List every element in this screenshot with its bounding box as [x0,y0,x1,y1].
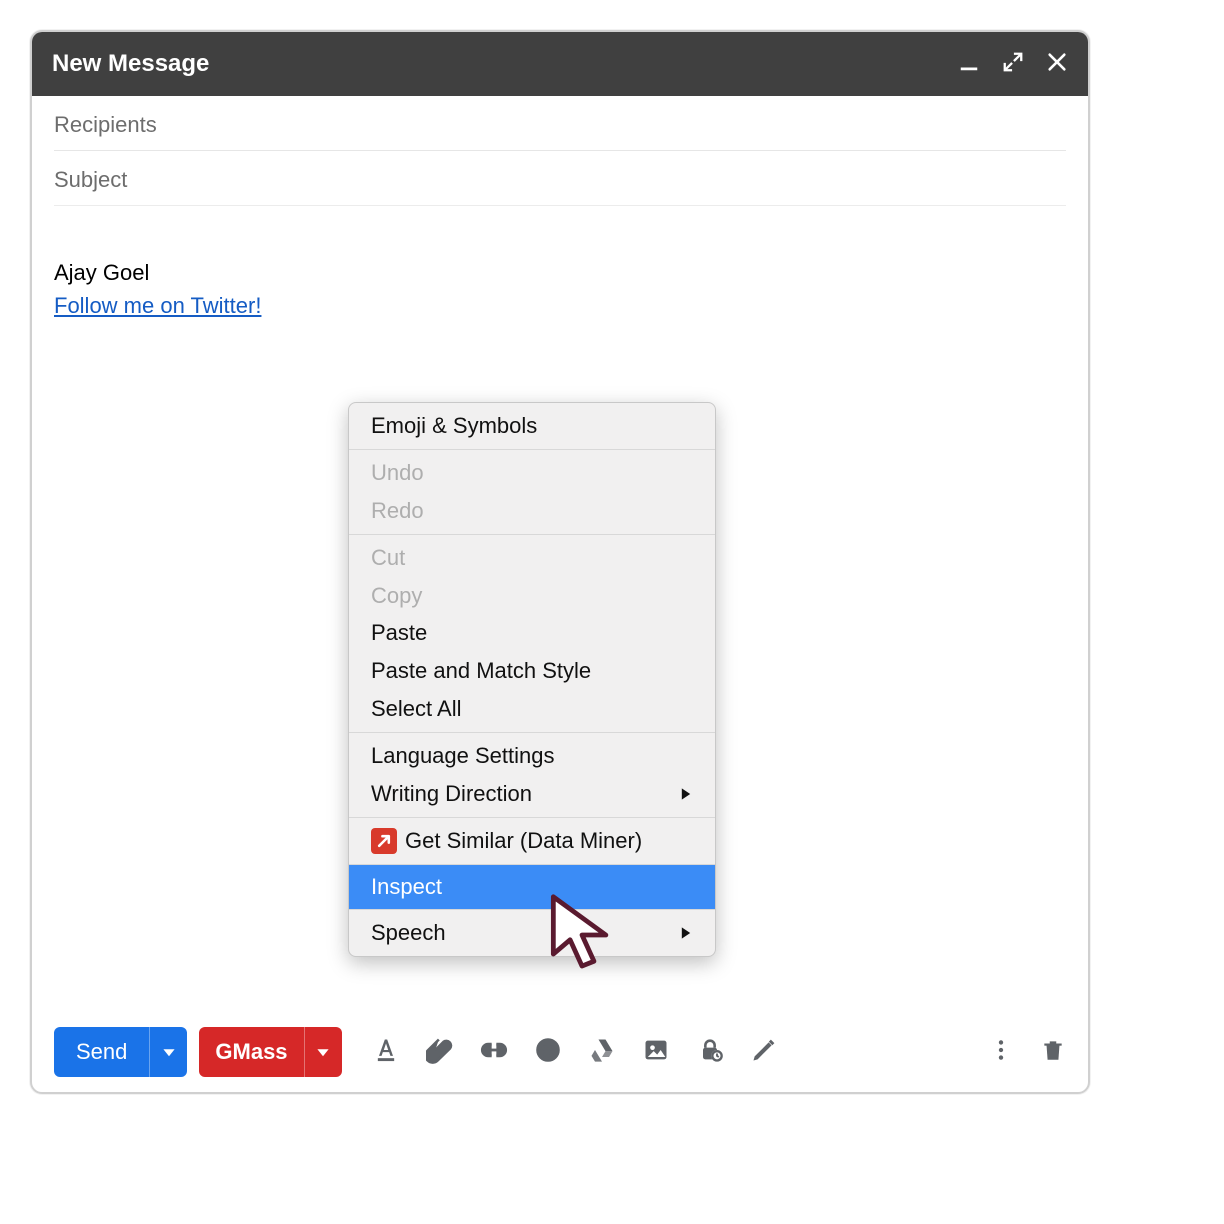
signature-link[interactable]: Follow me on Twitter! [54,293,261,318]
window-title: New Message [52,50,209,78]
menu-item-paste-match[interactable]: Paste and Match Style [349,652,715,690]
context-menu: Emoji & Symbols Undo Redo Cut Copy Paste… [348,402,716,957]
recipients-field[interactable]: Recipients [54,96,1066,151]
titlebar: New Message [32,32,1088,96]
menu-item-language-settings[interactable]: Language Settings [349,737,715,775]
menu-item-cut: Cut [349,539,715,577]
window-controls [958,51,1068,78]
menu-item-redo: Redo [349,492,715,530]
send-options-caret[interactable] [149,1027,187,1077]
gmass-button[interactable]: GMass [199,1027,341,1077]
menu-item-inspect[interactable]: Inspect [349,865,715,909]
menu-item-data-miner[interactable]: Get Similar (Data Miner) [349,822,715,860]
submenu-arrow-icon [679,778,693,810]
compose-window: New Message Recipients Subject Ajay Goel… [30,30,1090,1094]
trash-icon[interactable] [1040,1037,1066,1068]
message-body[interactable]: Ajay Goel Follow me on Twitter! [32,206,1088,322]
send-button[interactable]: Send [54,1027,187,1077]
signature-name: Ajay Goel [54,256,1066,289]
attach-icon[interactable] [426,1036,454,1069]
menu-item-undo: Undo [349,454,715,492]
menu-item-paste[interactable]: Paste [349,614,715,652]
pen-icon[interactable] [750,1036,778,1069]
compose-toolbar: Send GMass [32,1012,1088,1092]
menu-item-select-all[interactable]: Select All [349,690,715,728]
link-icon[interactable] [480,1036,508,1069]
menu-item-emoji-symbols[interactable]: Emoji & Symbols [349,407,715,445]
emoji-icon[interactable] [534,1036,562,1069]
format-text-icon[interactable] [372,1036,400,1069]
minimize-icon[interactable] [958,51,980,78]
subject-field[interactable]: Subject [54,151,1066,206]
more-icon[interactable] [988,1037,1014,1068]
menu-item-copy: Copy [349,577,715,615]
confidential-icon[interactable] [696,1036,724,1069]
menu-item-speech[interactable]: Speech [349,914,715,952]
drive-icon[interactable] [588,1036,616,1069]
header-fields: Recipients Subject [32,96,1088,206]
fullscreen-icon[interactable] [1002,51,1024,78]
submenu-arrow-icon [679,917,693,949]
image-icon[interactable] [642,1036,670,1069]
menu-item-writing-direction[interactable]: Writing Direction [349,775,715,813]
data-miner-icon [371,828,397,854]
close-icon[interactable] [1046,51,1068,78]
gmass-options-caret[interactable] [304,1027,342,1077]
